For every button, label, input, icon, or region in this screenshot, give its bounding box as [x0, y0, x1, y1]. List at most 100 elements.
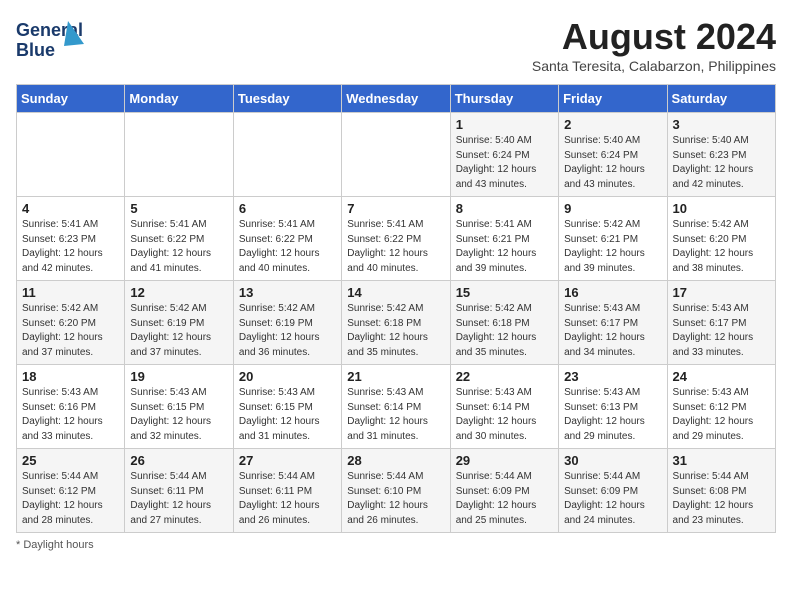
day-info: Sunrise: 5:43 AM Sunset: 6:13 PM Dayligh… — [564, 386, 661, 444]
title-area: August 2024 Santa Teresita, Calabarzon, … — [532, 16, 776, 74]
day-info: Sunrise: 5:44 AM Sunset: 6:09 PM Dayligh… — [564, 470, 661, 528]
day-info: Sunrise: 5:43 AM Sunset: 6:17 PM Dayligh… — [673, 302, 770, 360]
calendar-cell: 25Sunrise: 5:44 AM Sunset: 6:12 PM Dayli… — [17, 449, 125, 533]
day-info: Sunrise: 5:43 AM Sunset: 6:14 PM Dayligh… — [347, 386, 444, 444]
calendar-cell: 10 Sunrise: 5:42 AM Sunset: 6:20 PM Dayli… — [667, 197, 775, 281]
day-number: 2 — [564, 117, 661, 132]
calendar-cell: 15Sunrise: 5:42 AM Sunset: 6:18 PM Dayli… — [450, 281, 558, 365]
calendar-cell: 20 Sunrise: 5:43 AM Sunset: 6:15 PM Dayli… — [233, 365, 341, 449]
day-number: 9 — [564, 201, 661, 216]
calendar-cell: 29 Sunrise: 5:44 AM Sunset: 6:09 PM Dayli… — [450, 449, 558, 533]
day-info: Sunrise: 5:44 AM Sunset: 6:11 PM Dayligh… — [239, 470, 336, 528]
calendar-cell — [17, 113, 125, 197]
day-info: Sunrise: 5:43 AM Sunset: 6:16 PM Dayligh… — [22, 386, 119, 444]
day-info: Sunrise: 5:41 AM Sunset: 6:22 PM Dayligh… — [239, 218, 336, 276]
calendar-cell: 16 Sunrise: 5:43 AM Sunset: 6:17 PM Dayli… — [559, 281, 667, 365]
day-info: Sunrise: 5:43 AM Sunset: 6:12 PM Dayligh… — [673, 386, 770, 444]
day-number: 3 — [673, 117, 770, 132]
day-header-wednesday: Wednesday — [342, 85, 450, 113]
day-number: 21 — [347, 369, 444, 384]
day-number: 14 — [347, 285, 444, 300]
day-info: Sunrise: 5:43 AM Sunset: 6:15 PM Dayligh… — [239, 386, 336, 444]
calendar-cell: 27 Sunrise: 5:44 AM Sunset: 6:11 PM Dayli… — [233, 449, 341, 533]
day-header-friday: Friday — [559, 85, 667, 113]
week-row-4: 18Sunrise: 5:43 AM Sunset: 6:16 PM Dayli… — [17, 365, 776, 449]
day-info: Sunrise: 5:41 AM Sunset: 6:21 PM Dayligh… — [456, 218, 553, 276]
day-number: 22 — [456, 369, 553, 384]
calendar-cell — [125, 113, 233, 197]
day-number: 11 — [22, 285, 119, 300]
day-info: Sunrise: 5:41 AM Sunset: 6:22 PM Dayligh… — [347, 218, 444, 276]
logo: GeneralBlue — [16, 16, 96, 66]
calendar-cell: 24 Sunrise: 5:43 AM Sunset: 6:12 PM Dayli… — [667, 365, 775, 449]
calendar-cell: 7Sunrise: 5:41 AM Sunset: 6:22 PM Daylig… — [342, 197, 450, 281]
day-info: Sunrise: 5:40 AM Sunset: 6:24 PM Dayligh… — [456, 134, 553, 192]
day-info: Sunrise: 5:42 AM Sunset: 6:18 PM Dayligh… — [456, 302, 553, 360]
day-info: Sunrise: 5:40 AM Sunset: 6:23 PM Dayligh… — [673, 134, 770, 192]
day-number: 27 — [239, 453, 336, 468]
day-number: 17 — [673, 285, 770, 300]
day-header-sunday: Sunday — [17, 85, 125, 113]
day-info: Sunrise: 5:42 AM Sunset: 6:21 PM Dayligh… — [564, 218, 661, 276]
calendar-cell: 22 Sunrise: 5:43 AM Sunset: 6:14 PM Dayli… — [450, 365, 558, 449]
day-info: Sunrise: 5:44 AM Sunset: 6:11 PM Dayligh… — [130, 470, 227, 528]
calendar-cell: 6 Sunrise: 5:41 AM Sunset: 6:22 PM Daylig… — [233, 197, 341, 281]
day-info: Sunrise: 5:42 AM Sunset: 6:19 PM Dayligh… — [130, 302, 227, 360]
week-row-2: 4Sunrise: 5:41 AM Sunset: 6:23 PM Daylig… — [17, 197, 776, 281]
day-number: 20 — [239, 369, 336, 384]
calendar-cell: 4Sunrise: 5:41 AM Sunset: 6:23 PM Daylig… — [17, 197, 125, 281]
day-number: 16 — [564, 285, 661, 300]
calendar-cell: 30 Sunrise: 5:44 AM Sunset: 6:09 PM Dayli… — [559, 449, 667, 533]
calendar-table: SundayMondayTuesdayWednesdayThursdayFrid… — [16, 84, 776, 533]
day-number: 5 — [130, 201, 227, 216]
calendar-cell: 19 Sunrise: 5:43 AM Sunset: 6:15 PM Dayli… — [125, 365, 233, 449]
day-number: 28 — [347, 453, 444, 468]
day-header-thursday: Thursday — [450, 85, 558, 113]
calendar-cell: 11Sunrise: 5:42 AM Sunset: 6:20 PM Dayli… — [17, 281, 125, 365]
calendar-cell: 18Sunrise: 5:43 AM Sunset: 6:16 PM Dayli… — [17, 365, 125, 449]
day-info: Sunrise: 5:41 AM Sunset: 6:22 PM Dayligh… — [130, 218, 227, 276]
calendar-cell: 12Sunrise: 5:42 AM Sunset: 6:19 PM Dayli… — [125, 281, 233, 365]
day-number: 10 — [673, 201, 770, 216]
footer-note: * Daylight hours — [16, 539, 776, 551]
calendar-cell: 13Sunrise: 5:42 AM Sunset: 6:19 PM Dayli… — [233, 281, 341, 365]
calendar-cell: 17 Sunrise: 5:43 AM Sunset: 6:17 PM Dayli… — [667, 281, 775, 365]
location: Santa Teresita, Calabarzon, Philippines — [532, 58, 776, 74]
day-header-saturday: Saturday — [667, 85, 775, 113]
day-number: 8 — [456, 201, 553, 216]
calendar-cell: 21 Sunrise: 5:43 AM Sunset: 6:14 PM Dayli… — [342, 365, 450, 449]
calendar-cell: 28 Sunrise: 5:44 AM Sunset: 6:10 PM Dayli… — [342, 449, 450, 533]
day-number: 29 — [456, 453, 553, 468]
day-number: 19 — [130, 369, 227, 384]
day-number: 1 — [456, 117, 553, 132]
day-info: Sunrise: 5:43 AM Sunset: 6:15 PM Dayligh… — [130, 386, 227, 444]
svg-text:Blue: Blue — [16, 40, 55, 60]
calendar-cell: 5 Sunrise: 5:41 AM Sunset: 6:22 PM Daylig… — [125, 197, 233, 281]
week-row-1: 1 Sunrise: 5:40 AM Sunset: 6:24 PM Daylig… — [17, 113, 776, 197]
day-info: Sunrise: 5:40 AM Sunset: 6:24 PM Dayligh… — [564, 134, 661, 192]
day-info: Sunrise: 5:44 AM Sunset: 6:09 PM Dayligh… — [456, 470, 553, 528]
day-info: Sunrise: 5:44 AM Sunset: 6:10 PM Dayligh… — [347, 470, 444, 528]
day-number: 13 — [239, 285, 336, 300]
day-number: 30 — [564, 453, 661, 468]
week-row-5: 25Sunrise: 5:44 AM Sunset: 6:12 PM Dayli… — [17, 449, 776, 533]
day-info: Sunrise: 5:43 AM Sunset: 6:14 PM Dayligh… — [456, 386, 553, 444]
day-info: Sunrise: 5:43 AM Sunset: 6:17 PM Dayligh… — [564, 302, 661, 360]
day-number: 4 — [22, 201, 119, 216]
day-number: 24 — [673, 369, 770, 384]
calendar-cell: 26 Sunrise: 5:44 AM Sunset: 6:11 PM Dayli… — [125, 449, 233, 533]
day-info: Sunrise: 5:44 AM Sunset: 6:12 PM Dayligh… — [22, 470, 119, 528]
day-header-monday: Monday — [125, 85, 233, 113]
calendar-cell — [233, 113, 341, 197]
day-number: 26 — [130, 453, 227, 468]
logo-icon: GeneralBlue — [16, 16, 96, 66]
calendar-cell: 31Sunrise: 5:44 AM Sunset: 6:08 PM Dayli… — [667, 449, 775, 533]
header: GeneralBlue August 2024 Santa Teresita, … — [16, 16, 776, 74]
calendar-cell: 14Sunrise: 5:42 AM Sunset: 6:18 PM Dayli… — [342, 281, 450, 365]
day-info: Sunrise: 5:42 AM Sunset: 6:20 PM Dayligh… — [673, 218, 770, 276]
month-year: August 2024 — [532, 16, 776, 58]
calendar-cell: 1 Sunrise: 5:40 AM Sunset: 6:24 PM Daylig… — [450, 113, 558, 197]
day-number: 6 — [239, 201, 336, 216]
day-info: Sunrise: 5:44 AM Sunset: 6:08 PM Dayligh… — [673, 470, 770, 528]
day-header-tuesday: Tuesday — [233, 85, 341, 113]
